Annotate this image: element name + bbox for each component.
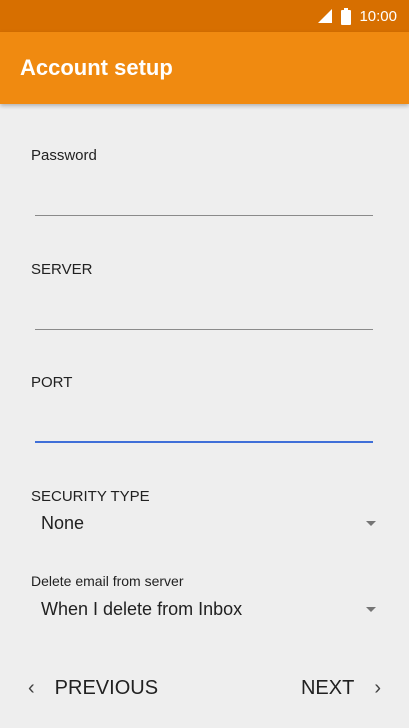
previous-label: PREVIOUS [54,676,159,699]
port-label: PORT [31,374,73,391]
status-bar: 10:00 [0,0,409,32]
bottom-nav-bar: ‹ PREVIOUS NEXT › [0,648,409,728]
server-field[interactable] [35,298,373,330]
delete-email-dropdown[interactable]: When I delete from Inbox [31,594,381,624]
port-field[interactable] [35,411,373,443]
cell-signal-icon [318,9,333,23]
next-button[interactable]: NEXT › [301,677,381,700]
security-type-label: SECURITY TYPE [31,488,150,505]
password-field[interactable] [35,184,373,216]
password-label: Password [31,147,97,164]
status-time: 10:00 [359,7,397,25]
chevron-right-icon: › [374,676,381,699]
page-title: Account setup [20,55,173,80]
security-type-value: None [41,512,85,533]
dropdown-arrow-icon [366,606,376,612]
previous-button[interactable]: ‹ PREVIOUS [28,677,158,700]
next-label: NEXT [300,676,355,699]
chevron-left-icon: ‹ [28,676,35,699]
server-label: SERVER [31,261,93,278]
battery-icon [341,7,352,25]
dropdown-arrow-icon [366,520,376,526]
delete-email-label: Delete email from server [31,573,184,589]
app-bar: Account setup [0,32,409,104]
security-type-dropdown[interactable]: None [31,508,381,538]
delete-email-value: When I delete from Inbox [41,598,243,619]
